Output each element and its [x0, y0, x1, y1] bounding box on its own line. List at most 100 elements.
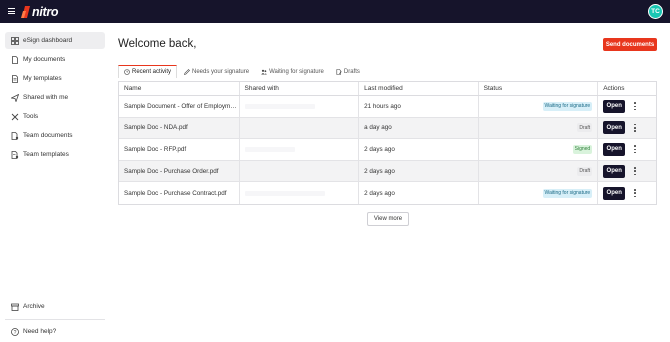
tab-needs-your-signature[interactable]: Needs your signature — [179, 65, 254, 78]
document-name[interactable]: Sample Doc - Purchase Order.pdf — [119, 160, 240, 182]
more-options-icon[interactable] — [633, 145, 637, 154]
sidebar-item-need-help[interactable]: ? Need help? — [5, 323, 105, 340]
open-button[interactable]: Open — [603, 142, 626, 156]
sidebar-item-shared-with-me[interactable]: Shared with me — [5, 89, 105, 106]
tab-label: Needs your signature — [192, 68, 250, 75]
document-name[interactable]: Sample Doc - RFP.pdf — [119, 139, 240, 160]
open-button[interactable]: Open — [603, 164, 626, 178]
shared-with-cell — [240, 96, 360, 117]
sidebar-item-team-templates[interactable]: Team templates — [5, 146, 105, 163]
open-button[interactable]: Open — [603, 99, 626, 113]
document-icon — [12, 55, 18, 64]
sidebar-item-my-templates[interactable]: My templates — [5, 70, 105, 87]
actions-cell: Open — [598, 161, 656, 182]
redacted-recipient — [244, 146, 295, 152]
hamburger-menu-icon[interactable] — [8, 8, 15, 14]
status-badge: Waiting for signature — [542, 188, 593, 198]
column-header-status[interactable]: Status — [479, 82, 599, 95]
view-more-button[interactable]: View more — [367, 212, 409, 226]
table-row[interactable]: Sample Doc - NDA.pdf a day ago Draft Ope… — [119, 117, 656, 140]
clock-icon — [124, 69, 130, 75]
more-options-icon[interactable] — [633, 123, 637, 132]
more-options-icon[interactable] — [633, 189, 637, 198]
sidebar-item-label: Tools — [23, 113, 39, 120]
status-badge: Draft — [577, 166, 593, 176]
last-modified: a day ago — [359, 117, 479, 139]
status-cell: Waiting for signature — [479, 96, 599, 117]
sidebar-item-my-documents[interactable]: My documents — [5, 51, 105, 68]
table-row[interactable]: Sample Document - Offer of Employm… 21 h… — [119, 96, 656, 118]
team-document-icon — [11, 131, 19, 140]
table-row[interactable]: Sample Doc - Purchase Order.pdf 2 days a… — [119, 160, 656, 183]
grid-icon — [11, 36, 19, 45]
table-row[interactable]: Sample Doc - RFP.pdf 2 days ago Signed O… — [119, 139, 656, 161]
actions-cell: Open — [598, 96, 656, 117]
sidebar-item-label: eSign dashboard — [23, 37, 73, 44]
svg-text:?: ? — [14, 330, 17, 336]
open-button[interactable]: Open — [603, 186, 626, 200]
sidebar-item-tools[interactable]: Tools — [5, 108, 105, 125]
shared-with-cell — [240, 182, 360, 204]
tools-icon — [11, 113, 19, 120]
table-row[interactable]: Sample Doc - Purchase Contract.pdf 2 day… — [119, 182, 656, 204]
last-modified: 2 days ago — [359, 139, 479, 160]
send-icon — [11, 93, 19, 102]
logo-text: nitro — [32, 4, 59, 19]
pen-icon — [184, 68, 190, 75]
status-cell: Draft — [479, 117, 599, 139]
help-icon: ? — [11, 327, 19, 336]
user-avatar[interactable]: TC — [648, 4, 663, 19]
document-name[interactable]: Sample Doc - NDA.pdf — [119, 117, 240, 139]
more-options-icon[interactable] — [633, 102, 637, 111]
nitro-logo-mark-icon — [21, 5, 30, 18]
redacted-username — [200, 37, 221, 47]
status-cell: Draft — [479, 160, 599, 182]
nitro-logo[interactable]: nitro — [21, 4, 59, 19]
people-icon — [261, 69, 267, 74]
draft-icon — [336, 68, 342, 75]
documents-table: Name Shared with Last modified Status Ac… — [118, 81, 657, 205]
top-bar: nitro TC — [0, 0, 670, 23]
last-modified: 2 days ago — [359, 160, 479, 182]
document-name[interactable]: Sample Doc - Purchase Contract.pdf — [119, 182, 240, 204]
archive-icon — [11, 303, 19, 311]
tab-label: Recent activity — [132, 69, 172, 75]
sidebar-item-archive[interactable]: Archive — [5, 298, 105, 315]
status-cell: Signed — [479, 139, 599, 160]
tab-waiting-for-signature[interactable]: Waiting for signature — [256, 65, 329, 78]
page-title: Welcome back, — [118, 37, 221, 50]
tab-label: Drafts — [343, 68, 360, 75]
column-header-name[interactable]: Name — [119, 82, 240, 95]
sidebar-item-label: Team templates — [23, 151, 69, 158]
more-options-icon[interactable] — [633, 167, 637, 176]
sidebar-item-label: My documents — [23, 56, 66, 63]
shared-with-cell — [240, 117, 360, 139]
status-badge: Draft — [577, 123, 593, 133]
send-documents-button[interactable]: Send documents — [603, 38, 657, 51]
tab-drafts[interactable]: Drafts — [331, 65, 365, 78]
column-header-last-modified[interactable]: Last modified — [359, 82, 479, 95]
sidebar-item-team-documents[interactable]: Team documents — [5, 127, 105, 144]
shared-with-cell — [240, 160, 360, 182]
sidebar-item-label: Team documents — [23, 132, 73, 139]
main-content: Welcome back, Send documents Recent acti… — [111, 23, 670, 342]
sidebar-item-esign-dashboard[interactable]: eSign dashboard — [5, 32, 105, 49]
tab-label: Waiting for signature — [269, 68, 324, 75]
sidebar-divider — [5, 319, 105, 320]
column-header-shared-with[interactable]: Shared with — [240, 82, 360, 95]
actions-cell: Open — [598, 118, 656, 139]
sidebar-item-label: Shared with me — [23, 94, 69, 101]
last-modified: 21 hours ago — [359, 96, 479, 117]
table-header: Name Shared with Last modified Status Ac… — [119, 82, 656, 96]
column-header-actions: Actions — [603, 85, 625, 92]
tab-bar: Recent activity Needs your signature Wai… — [118, 65, 367, 78]
open-button[interactable]: Open — [603, 121, 626, 135]
sidebar: eSign dashboard My documents My template… — [0, 23, 111, 342]
shared-with-cell — [240, 139, 360, 160]
sidebar-item-label: Need help? — [23, 328, 57, 335]
redacted-recipient — [244, 190, 325, 196]
tab-recent-activity[interactable]: Recent activity — [118, 65, 178, 78]
sidebar-item-label: My templates — [23, 75, 62, 82]
document-name[interactable]: Sample Document - Offer of Employm… — [119, 96, 240, 117]
sidebar-item-label: Archive — [23, 303, 45, 310]
